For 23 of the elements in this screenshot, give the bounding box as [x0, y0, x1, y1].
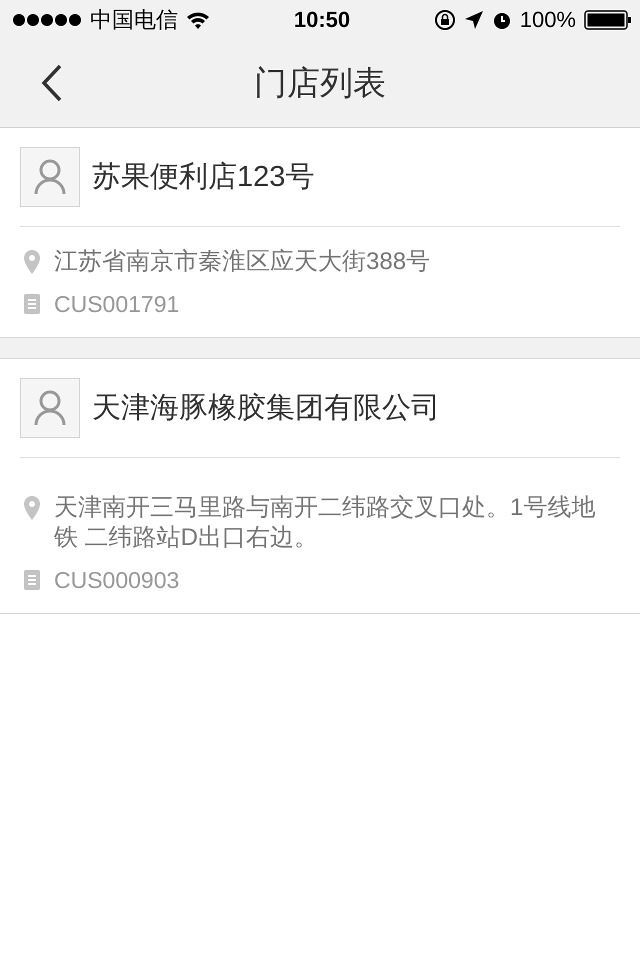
- back-chevron-icon: [41, 64, 63, 102]
- document-icon: [24, 570, 40, 590]
- page-title: 门店列表: [254, 63, 386, 103]
- avatar-icon: [20, 147, 80, 207]
- store-code: CUS001791: [54, 290, 180, 319]
- store-address: 江苏省南京市秦淮区应天大街388号: [54, 247, 432, 277]
- battery-percent: 100%: [520, 7, 576, 33]
- rotation-lock-icon: [434, 9, 456, 31]
- status-time: 10:50: [294, 7, 350, 33]
- document-icon: [24, 294, 40, 314]
- alarm-icon: [492, 10, 512, 30]
- avatar-icon: [20, 378, 80, 438]
- battery-icon: [584, 10, 632, 30]
- location-pin-icon: [24, 250, 40, 274]
- store-name: 苏果便利店123号: [92, 160, 314, 195]
- location-pin-icon: [24, 496, 40, 520]
- location-arrow-icon: [464, 10, 484, 30]
- store-address: 天津南开三马里路与南开二纬路交叉口处。1号线地铁 二纬路站D出口右边。: [54, 493, 596, 553]
- carrier-name: 中国电信: [90, 6, 178, 34]
- store-code: CUS000903: [54, 566, 180, 595]
- wifi-icon: [186, 11, 210, 29]
- store-name: 天津海豚橡胶集团有限公司: [92, 391, 440, 426]
- signal-icon: [12, 13, 82, 27]
